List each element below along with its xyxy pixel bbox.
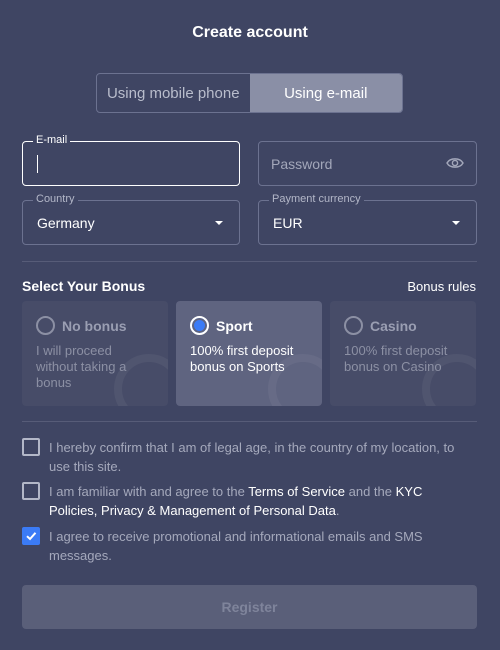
bonus-description: I will proceed without taking a bonus xyxy=(36,343,127,390)
bonus-option-casino[interactable]: Casino 100% first deposit bonus on Casin… xyxy=(330,301,476,406)
chevron-down-icon xyxy=(215,221,223,225)
divider xyxy=(22,421,477,422)
password-placeholder: Password xyxy=(271,156,333,172)
bonus-name: Sport xyxy=(216,318,253,334)
radio-icon[interactable] xyxy=(190,316,209,335)
tab-email[interactable]: Using e-mail xyxy=(249,74,402,112)
eye-icon[interactable] xyxy=(446,156,464,175)
country-value: Germany xyxy=(37,215,95,231)
country-label: Country xyxy=(33,193,78,205)
email-field-label: E-mail xyxy=(33,134,71,146)
bonus-description: 100% first deposit bonus on Casino xyxy=(344,343,448,374)
country-select[interactable]: Country Germany xyxy=(22,193,240,245)
bonus-section-title: Select Your Bonus xyxy=(22,278,146,294)
email-field[interactable]: E-mail xyxy=(22,134,240,186)
password-field[interactable]: Password xyxy=(258,141,477,186)
terms-checkbox[interactable] xyxy=(22,482,40,500)
promo-consent: I agree to receive promotional and infor… xyxy=(22,527,469,565)
terms-text: I am familiar with and agree to the Term… xyxy=(49,482,469,520)
bonus-name: No bonus xyxy=(62,318,127,334)
checkmark-icon xyxy=(26,532,37,541)
currency-value: EUR xyxy=(273,215,303,231)
bonus-name: Casino xyxy=(370,318,417,334)
chevron-down-icon xyxy=(452,221,460,225)
terms-middle: and the xyxy=(345,484,396,499)
terms-prefix: I am familiar with and agree to the xyxy=(49,484,249,499)
legal-age-text: I hereby confirm that I am of legal age,… xyxy=(49,440,455,474)
terms-suffix: . xyxy=(335,503,340,518)
legal-age-checkbox[interactable] xyxy=(22,438,40,456)
tab-mobile-phone[interactable]: Using mobile phone xyxy=(97,74,250,112)
currency-label: Payment currency xyxy=(269,193,364,205)
divider xyxy=(22,261,477,262)
terms-of-service-link[interactable]: Terms of Service xyxy=(248,484,345,499)
promo-checkbox[interactable] xyxy=(22,527,40,545)
currency-select[interactable]: Payment currency EUR xyxy=(258,193,477,245)
terms-consent: I am familiar with and agree to the Term… xyxy=(22,482,469,520)
bonus-option-none[interactable]: No bonus I will proceed without taking a… xyxy=(22,301,168,406)
legal-age-consent: I hereby confirm that I am of legal age,… xyxy=(22,438,469,476)
text-caret xyxy=(37,155,38,173)
register-button[interactable]: Register xyxy=(22,585,477,629)
bonus-option-sport[interactable]: Sport 100% first deposit bonus on Sports xyxy=(176,301,322,406)
signup-method-tabs: Using mobile phone Using e-mail xyxy=(96,73,403,113)
bonus-rules-link[interactable]: Bonus rules xyxy=(407,279,476,294)
promo-text: I agree to receive promotional and infor… xyxy=(49,529,423,563)
bonus-description: 100% first deposit bonus on Sports xyxy=(190,343,294,374)
radio-icon[interactable] xyxy=(36,316,55,335)
page-title: Create account xyxy=(192,24,308,41)
radio-icon[interactable] xyxy=(344,316,363,335)
